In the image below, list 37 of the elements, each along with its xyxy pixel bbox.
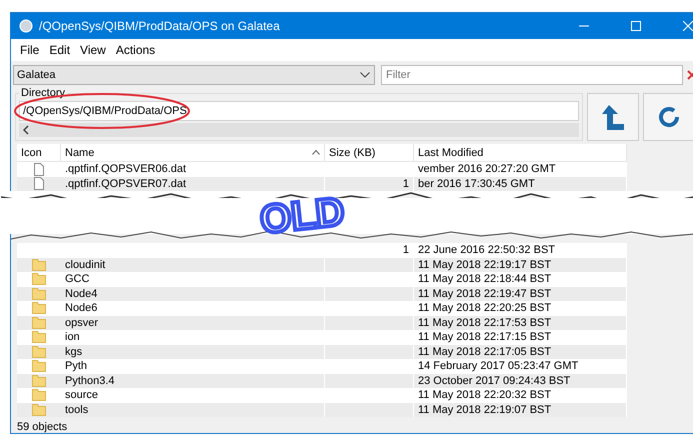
window-title: /QOpenSys/QIBM/ProdData/OPS on Galatea — [39, 19, 281, 33]
name-cell: Node4 — [61, 286, 325, 301]
menu-item[interactable]: Edit — [44, 41, 76, 59]
sort-up-icon — [312, 150, 320, 155]
refresh-button[interactable] — [643, 93, 693, 141]
menu-item[interactable]: Actions — [110, 41, 160, 59]
name-cell: opsver — [61, 316, 325, 330]
name-cell: .qptfinf.QOPSVER07.dat — [61, 176, 325, 191]
date-cell: 11 May 2018 22:19:47 BST — [414, 286, 627, 301]
date-cell: ber 2016 17:30:45 GMT — [414, 176, 627, 191]
directory-field[interactable]: /QOpenSys/QIBM/ProdData/OPS — [19, 101, 579, 121]
directory-label: Directory — [20, 87, 66, 99]
close-icon — [683, 21, 693, 31]
name-cell: tools — [61, 402, 325, 417]
arrow-up-icon — [602, 104, 624, 130]
maximize-icon — [631, 21, 641, 31]
horizontal-scrollbar[interactable] — [19, 123, 579, 137]
chevron-down-icon — [360, 72, 370, 78]
menu-item[interactable]: View — [75, 41, 111, 59]
stamp-text: OLD — [258, 192, 346, 240]
parent-folder-button[interactable] — [587, 93, 639, 141]
date-cell: 11 May 2018 22:19:17 BST — [414, 258, 627, 272]
date-cell: 23 October 2017 09:24:43 BST — [414, 374, 627, 388]
menu-item[interactable]: File — [15, 41, 44, 59]
size-cell: 1 — [325, 176, 414, 191]
date-cell: 11 May 2018 22:17:53 BST — [414, 316, 627, 330]
chevron-left-icon[interactable] — [23, 125, 29, 135]
filter-field[interactable]: Filter — [381, 65, 683, 85]
name-cell: Python3.4 — [61, 374, 325, 388]
date-cell: 11 May 2018 22:19:07 BST — [414, 402, 627, 417]
system-dropdown[interactable]: Galatea — [13, 65, 375, 85]
name-cell: kgs — [61, 344, 325, 359]
app-icon — [19, 19, 33, 33]
name-cell: cloudinit — [61, 258, 325, 272]
status-text: 59 objects — [16, 420, 68, 433]
date-cell: 11 May 2018 22:17:05 BST — [414, 344, 627, 359]
refresh-icon — [657, 105, 681, 129]
